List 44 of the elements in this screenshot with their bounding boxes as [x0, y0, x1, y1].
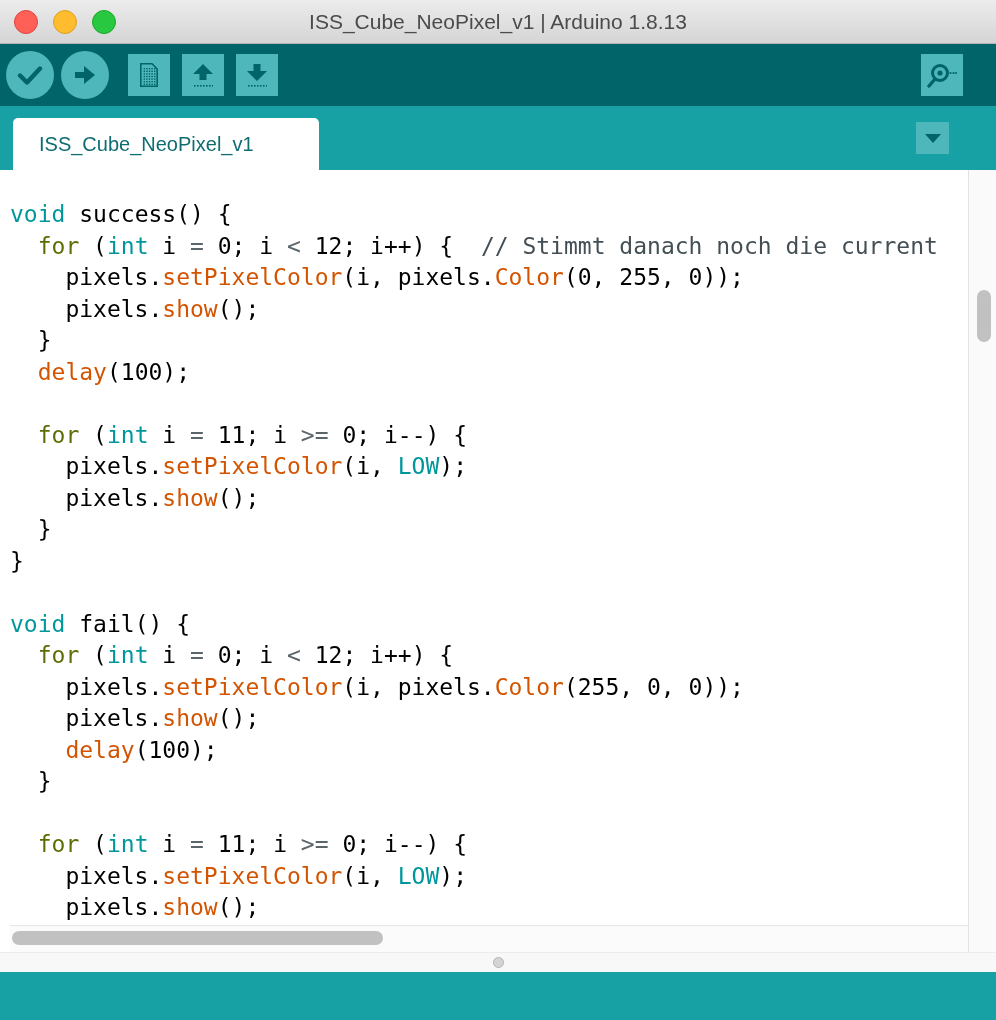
- code-line: }: [36, 767, 53, 796]
- check-icon: [17, 64, 43, 86]
- new-button[interactable]: [128, 54, 170, 96]
- code-line: pixels.show();: [64, 483, 261, 513]
- arrow-down-icon: [247, 63, 267, 87]
- code-line: for (int i = 0; i < 12; i++) {: [36, 641, 455, 670]
- dot-icon: [492, 957, 504, 968]
- minimize-button[interactable]: [53, 9, 77, 34]
- code-line: pixels.setPixelColor(i, LOW);: [64, 452, 468, 481]
- page-icon: [140, 63, 158, 87]
- code-line: }: [10, 546, 25, 576]
- magnifier-icon: [927, 62, 957, 88]
- open-button[interactable]: [182, 54, 224, 96]
- scrollbar-thumb[interactable]: [12, 931, 383, 945]
- code-line: void fail() {: [10, 609, 191, 639]
- code-line: pixels.setPixelColor(i, pixels.Color(0, 255, 0));: [64, 263, 745, 292]
- code-line: for (int i = 11; i >= 0; i--) {: [36, 830, 469, 859]
- code-line: void success() {: [10, 200, 233, 229]
- arrow-right-icon: [75, 66, 95, 84]
- upload-button[interactable]: [61, 51, 109, 99]
- code-line: for (int i = 0; i < 12; i++) { // Stimmt danach noch die current: [36, 231, 939, 261]
- verify-button[interactable]: [6, 51, 54, 99]
- zoom-button[interactable]: [92, 9, 116, 34]
- window-title: ISS_Cube_NeoPixel_v1 | Arduino 1.8.13: [309, 8, 687, 36]
- file-tab[interactable]: ISS_Cube_NeoPixel_v1: [13, 118, 319, 170]
- scrollbar-thumb[interactable]: [977, 290, 991, 342]
- vertical-scrollbar[interactable]: [968, 170, 996, 952]
- code-line: pixels.setPixelColor(i, pixels.Color(255, 0, 0));: [64, 672, 745, 702]
- caret-down-icon: [924, 133, 941, 143]
- code-line: pixels.setPixelColor(i, LOW);: [64, 861, 468, 891]
- code-line: delay(100);: [64, 735, 219, 765]
- code-line: pixels.show();: [64, 294, 261, 324]
- close-button[interactable]: [14, 9, 38, 34]
- horizontal-scrollbar[interactable]: [10, 925, 968, 952]
- tab-menu-button[interactable]: [916, 122, 949, 154]
- arrow-up-icon: [193, 63, 213, 87]
- code-line: pixels.show();: [64, 893, 261, 922]
- code-line: }: [36, 515, 53, 544]
- code-line: pixels.show();: [64, 704, 261, 733]
- save-button[interactable]: [236, 54, 278, 96]
- code-line: for (int i = 11; i >= 0; i--) {: [36, 420, 469, 450]
- code-line: delay(100);: [36, 357, 192, 387]
- serial-monitor-button[interactable]: [921, 54, 963, 96]
- code-line: }: [36, 326, 53, 355]
